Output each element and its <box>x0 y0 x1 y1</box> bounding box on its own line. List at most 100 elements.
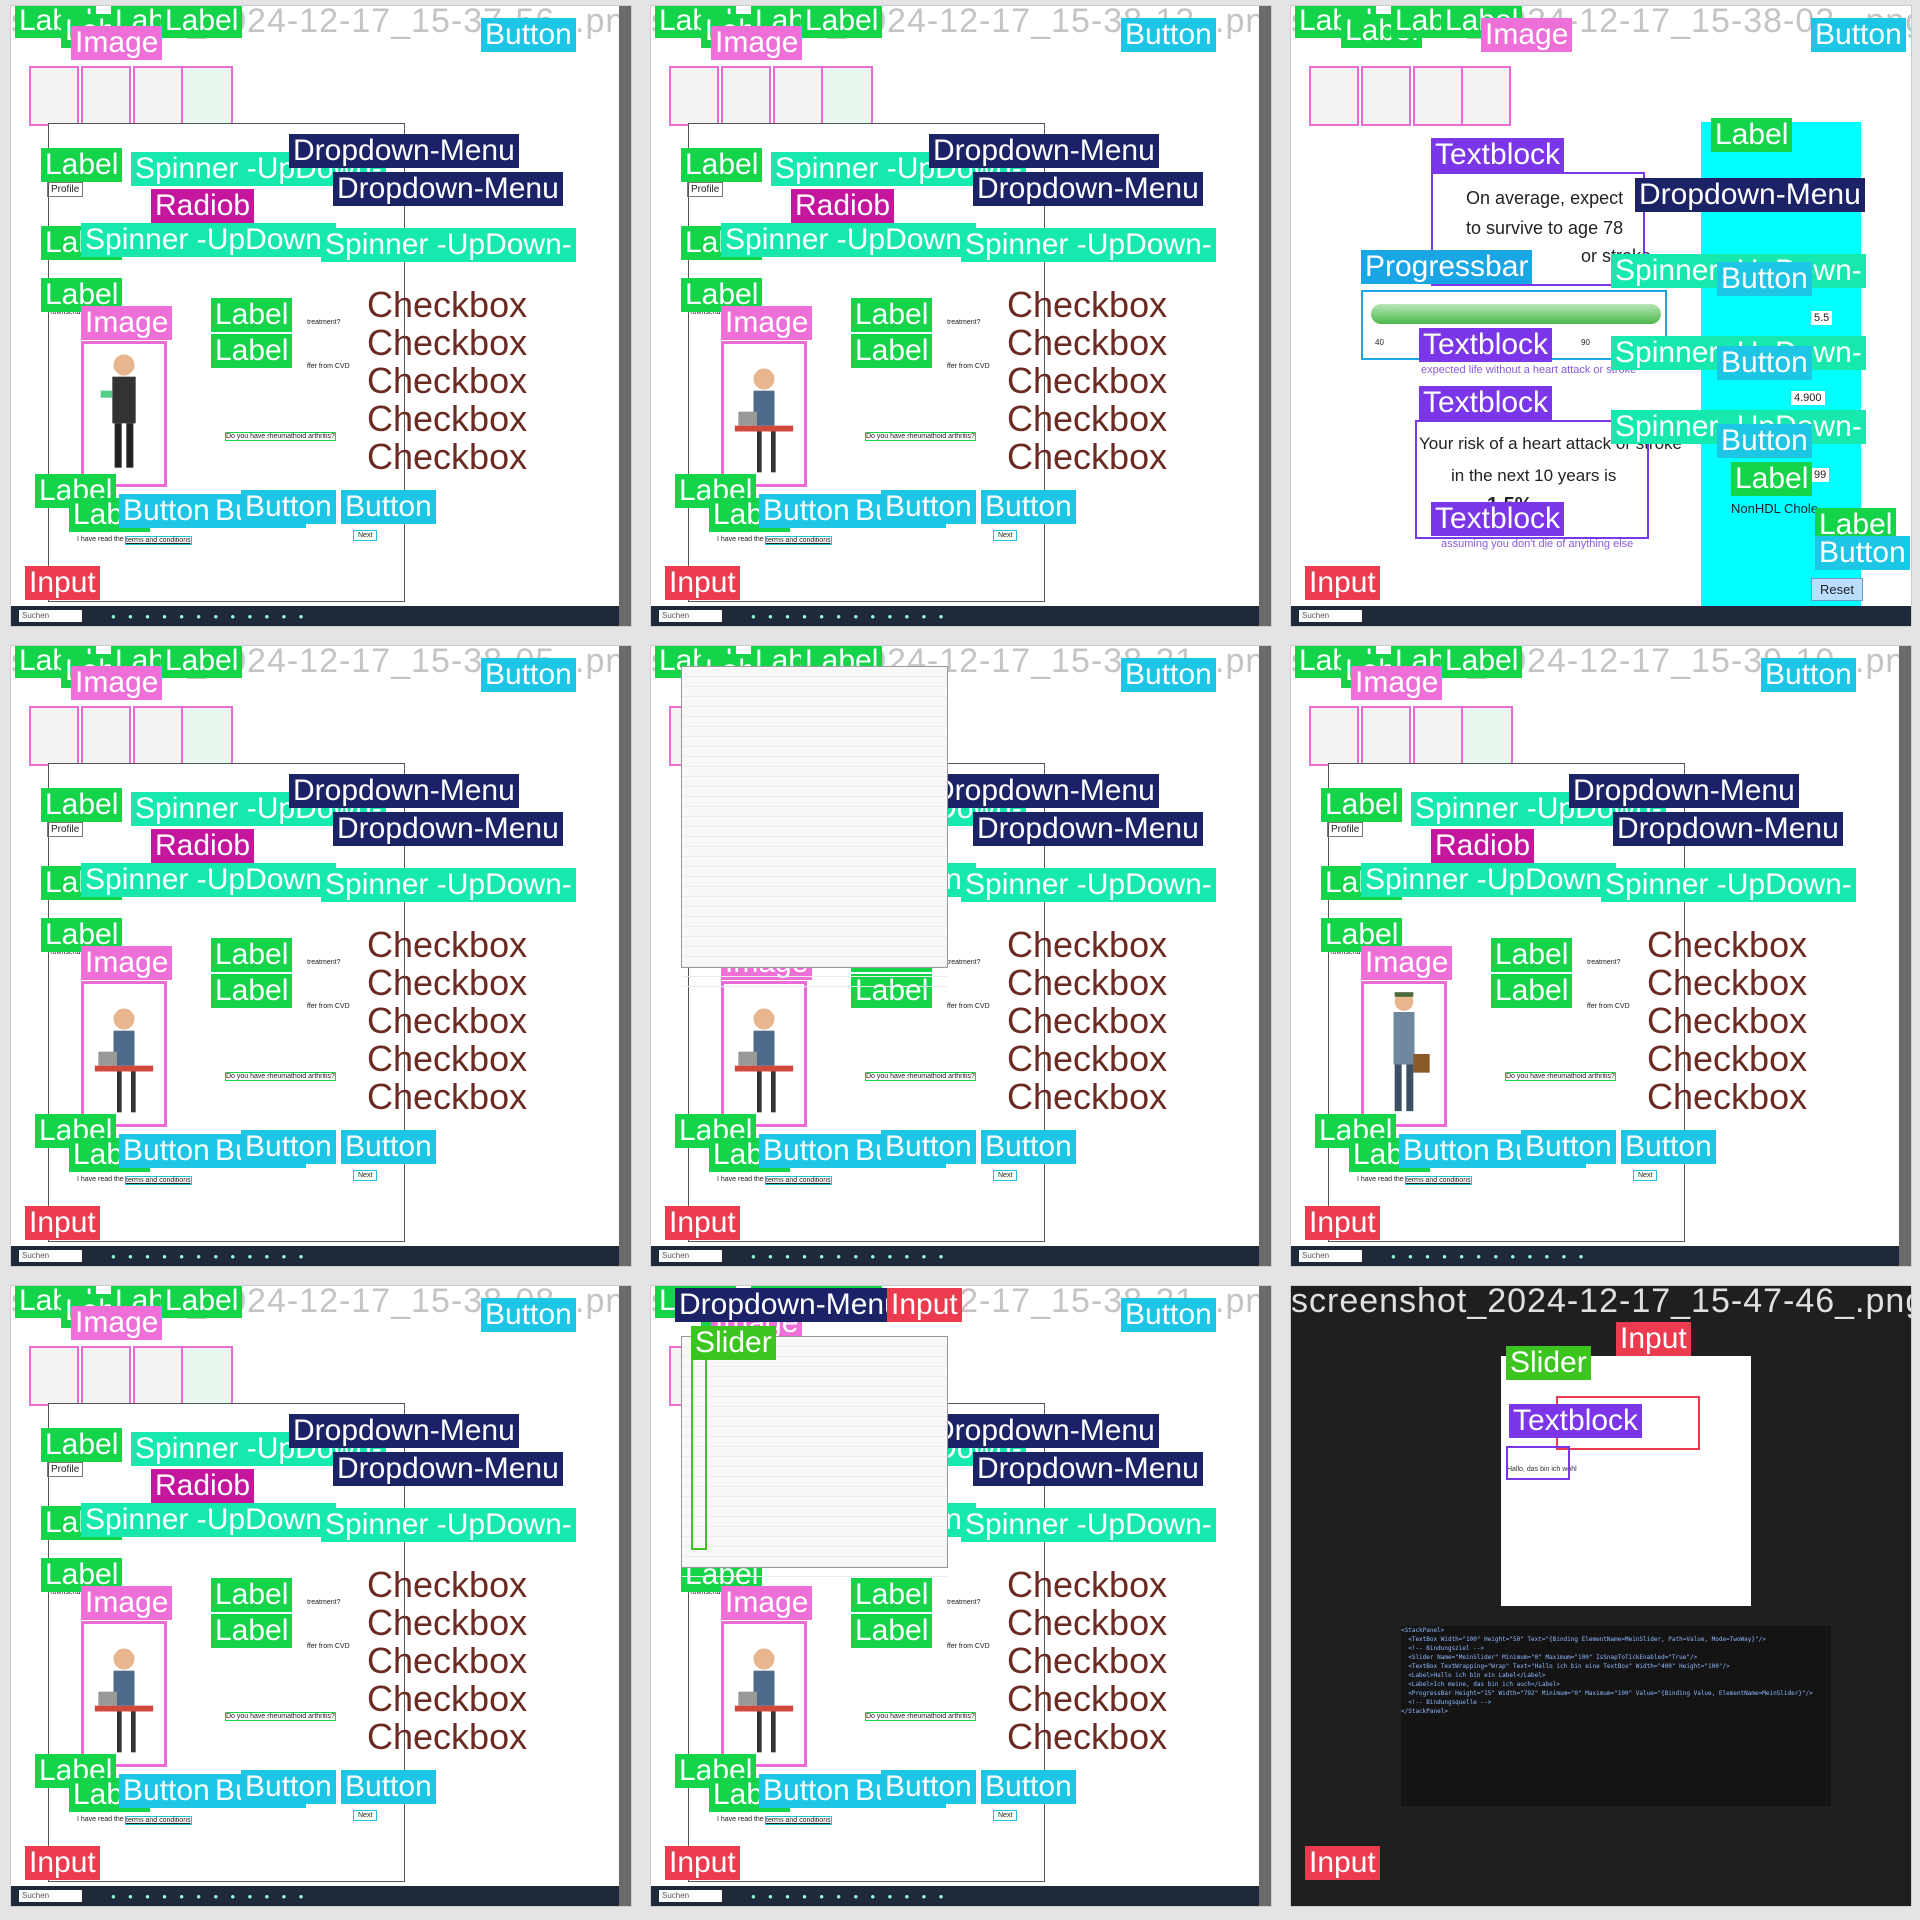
explorer-file-row[interactable] <box>682 757 947 767</box>
explorer-file-row[interactable] <box>682 677 947 687</box>
next-button[interactable]: Next <box>353 1170 378 1181</box>
terms-link[interactable]: terms and conditions <box>765 536 832 545</box>
explorer-file-row[interactable] <box>682 977 947 987</box>
thumbnail-image[interactable] <box>133 706 183 766</box>
terms-link[interactable]: terms and conditions <box>125 1176 192 1185</box>
next-button[interactable]: Next <box>993 530 1018 541</box>
profile-tab[interactable]: Profile <box>47 182 84 197</box>
explorer-file-row[interactable] <box>682 1567 947 1577</box>
explorer-file-row[interactable] <box>682 877 947 887</box>
explorer-file-row[interactable] <box>682 917 947 927</box>
profile-tab[interactable]: Profile <box>47 1462 84 1477</box>
thumbnail-image[interactable] <box>721 66 771 126</box>
scrollbar[interactable] <box>1259 646 1271 1266</box>
explorer-file-row[interactable] <box>682 1407 947 1417</box>
checkbox-list[interactable]: Checkbox Checkbox Checkbox Checkbox Chec… <box>367 926 527 1116</box>
terms-link[interactable]: terms and conditions <box>125 536 192 545</box>
explorer-file-row[interactable] <box>682 1517 947 1527</box>
terms-link[interactable]: terms and conditions <box>765 1816 832 1825</box>
explorer-file-row[interactable] <box>682 787 947 797</box>
explorer-file-row[interactable] <box>682 1547 947 1557</box>
explorer-file-row[interactable] <box>682 1527 947 1537</box>
explorer-file-row[interactable] <box>682 717 947 727</box>
taskbar-search-box[interactable]: Suchen <box>19 1250 82 1262</box>
explorer-file-row[interactable] <box>682 727 947 737</box>
explorer-file-row[interactable] <box>682 1427 947 1437</box>
checkbox-list[interactable]: Checkbox Checkbox Checkbox Checkbox Chec… <box>1007 926 1167 1116</box>
thumbnail-image[interactable] <box>1361 66 1411 126</box>
thumbnail-image[interactable] <box>181 706 233 766</box>
scrollbar[interactable] <box>619 1286 631 1906</box>
scrollbar[interactable] <box>1259 1286 1271 1906</box>
thumbnail-image[interactable] <box>181 1346 233 1406</box>
explorer-file-row[interactable] <box>682 957 947 967</box>
taskbar-search-box[interactable]: Suchen <box>19 610 82 622</box>
checkbox-list[interactable]: Checkbox Checkbox Checkbox Checkbox Chec… <box>1007 1566 1167 1756</box>
taskbar-icons[interactable]: ● ● ● ● ● ● ● ● ● ● ● ● <box>111 612 308 621</box>
taskbar-icons[interactable]: ● ● ● ● ● ● ● ● ● ● ● ● <box>751 1892 948 1901</box>
taskbar-search-box[interactable]: Suchen <box>659 1890 722 1902</box>
explorer-file-row[interactable] <box>682 897 947 907</box>
next-button[interactable]: Next <box>993 1810 1018 1821</box>
explorer-file-row[interactable] <box>682 1467 947 1477</box>
explorer-file-row[interactable] <box>682 967 947 977</box>
taskbar-icons[interactable]: ● ● ● ● ● ● ● ● ● ● ● ● <box>1391 1252 1588 1261</box>
explorer-file-row[interactable] <box>682 1537 947 1547</box>
scrollbar[interactable] <box>619 646 631 1266</box>
profile-tab[interactable]: Profile <box>687 182 724 197</box>
terms-link[interactable]: terms and conditions <box>1405 1176 1472 1185</box>
next-button[interactable]: Next <box>353 1810 378 1821</box>
thumbnail-image[interactable] <box>1309 66 1359 126</box>
thumbnail-image[interactable] <box>821 66 873 126</box>
explorer-file-row[interactable] <box>682 1457 947 1467</box>
explorer-file-row[interactable] <box>682 937 947 947</box>
explorer-file-row[interactable] <box>682 1477 947 1487</box>
explorer-file-row[interactable] <box>682 747 947 757</box>
thumbnail-image[interactable] <box>773 66 823 126</box>
explorer-file-row[interactable] <box>682 1367 947 1377</box>
profile-tab[interactable]: Profile <box>1327 822 1364 837</box>
checkbox-list[interactable]: Checkbox Checkbox Checkbox Checkbox Chec… <box>367 286 527 476</box>
scrollbar[interactable] <box>1259 6 1271 626</box>
explorer-file-row[interactable] <box>682 1397 947 1407</box>
explorer-file-row[interactable] <box>682 697 947 707</box>
taskbar-search-box[interactable]: Suchen <box>659 1250 722 1262</box>
explorer-file-row[interactable] <box>682 837 947 847</box>
explorer-file-row[interactable] <box>682 1417 947 1427</box>
explorer-file-row[interactable] <box>682 907 947 917</box>
reset-button[interactable]: Reset <box>1811 578 1863 601</box>
next-button[interactable]: Next <box>993 1170 1018 1181</box>
explorer-file-row[interactable] <box>682 737 947 747</box>
checkbox-list[interactable]: Checkbox Checkbox Checkbox Checkbox Chec… <box>1647 926 1807 1116</box>
terms-link[interactable]: terms and conditions <box>125 1816 192 1825</box>
thumbnail-image[interactable] <box>81 1346 131 1406</box>
thumbnail-image[interactable] <box>669 66 719 126</box>
explorer-file-row[interactable] <box>682 1557 947 1567</box>
thumbnail-image[interactable] <box>1461 706 1513 766</box>
explorer-file-row[interactable] <box>682 687 947 697</box>
thumbnail-image[interactable] <box>1413 66 1463 126</box>
checkbox-list[interactable]: Checkbox Checkbox Checkbox Checkbox Chec… <box>1007 286 1167 476</box>
thumbnail-image[interactable] <box>1361 706 1411 766</box>
explorer-file-row[interactable] <box>682 1497 947 1507</box>
checkbox-list[interactable]: Checkbox Checkbox Checkbox Checkbox Chec… <box>367 1566 527 1756</box>
scrollbar[interactable] <box>1899 646 1911 1266</box>
explorer-file-row[interactable] <box>682 817 947 827</box>
next-button[interactable]: Next <box>353 530 378 541</box>
thumbnail-image[interactable] <box>1309 706 1359 766</box>
explorer-file-row[interactable] <box>682 767 947 777</box>
taskbar-icons[interactable]: ● ● ● ● ● ● ● ● ● ● ● ● <box>111 1892 308 1901</box>
explorer-file-row[interactable] <box>682 1437 947 1447</box>
terms-link[interactable]: terms and conditions <box>765 1176 832 1185</box>
taskbar-search-box[interactable]: Suchen <box>19 1890 82 1902</box>
spinner-value-1[interactable]: 5.5 <box>1811 311 1833 325</box>
explorer-file-row[interactable] <box>682 1507 947 1517</box>
explorer-file-row[interactable] <box>682 1447 947 1457</box>
explorer-file-row[interactable] <box>682 1377 947 1387</box>
xaml-code-editor[interactable]: <StackPanel> <TextBox Width="100" Height… <box>1401 1626 1831 1806</box>
explorer-file-row[interactable] <box>682 947 947 957</box>
spinner-value-3[interactable]: 99 <box>1811 468 1830 482</box>
explorer-file-row[interactable] <box>682 927 947 937</box>
thumbnail-image[interactable] <box>29 706 79 766</box>
taskbar-search-box[interactable]: Suchen <box>1299 610 1362 622</box>
